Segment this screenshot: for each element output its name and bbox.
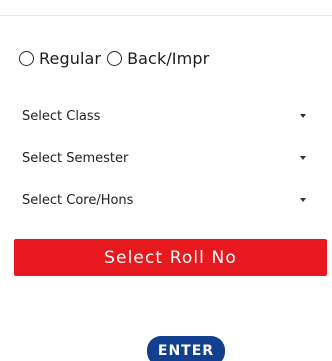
select-roll-no-button[interactable]: Select Roll No — [14, 239, 327, 276]
radio-unchecked-icon[interactable] — [107, 50, 123, 66]
select-class-dropdown[interactable]: Select Class — [22, 104, 312, 128]
result-form: Regular Back/Impr Select Class Select Se… — [0, 0, 332, 361]
radio-label-back-impr: Back/Impr — [127, 48, 210, 68]
radio-option-regular[interactable]: Regular — [19, 49, 107, 68]
select-class-label: Select Class — [22, 108, 101, 124]
exam-type-radio-group: Regular Back/Impr — [19, 47, 215, 69]
caret-down-icon — [300, 114, 306, 118]
select-core-hons-label: Select Core/Hons — [22, 192, 134, 208]
radio-unchecked-icon[interactable] — [19, 50, 34, 66]
enter-button[interactable]: ENTER — [147, 336, 225, 361]
top-divider — [0, 15, 332, 16]
caret-down-icon — [300, 198, 306, 202]
select-semester-dropdown[interactable]: Select Semester — [22, 146, 312, 170]
select-semester-label: Select Semester — [22, 150, 129, 166]
select-core-hons-dropdown[interactable]: Select Core/Hons — [22, 188, 312, 212]
caret-down-icon — [300, 156, 306, 160]
radio-option-back-impr[interactable]: Back/Impr — [107, 49, 215, 68]
radio-label-regular: Regular — [39, 48, 102, 68]
